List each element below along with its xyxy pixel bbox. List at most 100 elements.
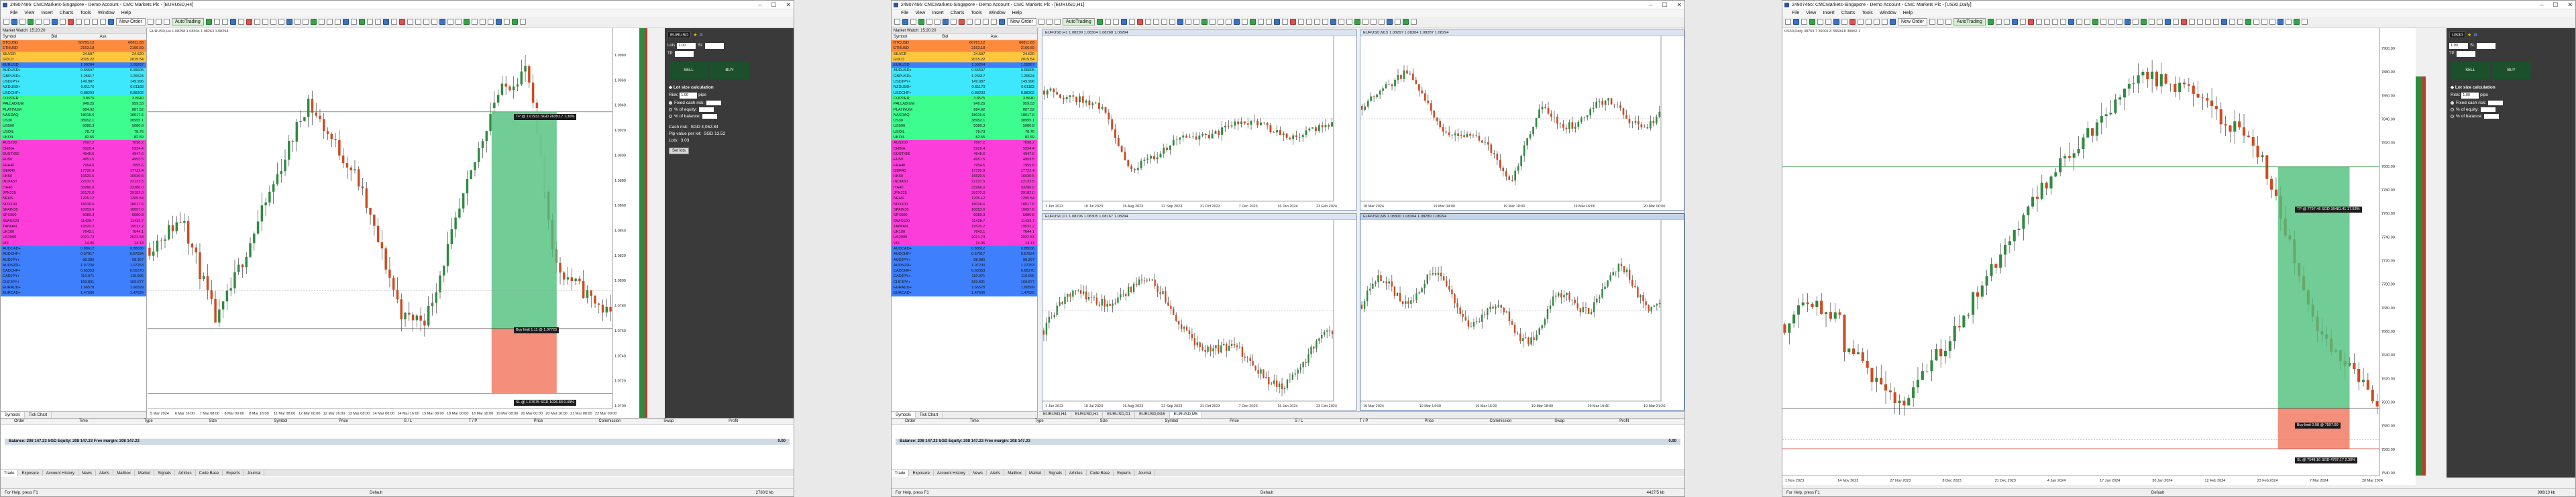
buy-button[interactable]: BUY [710, 62, 749, 79]
menu-view[interactable]: View [1806, 9, 1816, 17]
terminal-col[interactable]: Time [79, 419, 144, 424]
toolbar-tool-icon[interactable] [926, 19, 932, 25]
tp-input[interactable] [674, 50, 694, 57]
toolbar-tool-icon[interactable] [455, 19, 462, 25]
terminal-col[interactable]: S / L [404, 419, 469, 424]
toolbar-tool-icon[interactable] [423, 19, 429, 25]
col-ask[interactable]: Ask [98, 34, 146, 40]
panel-symbol[interactable]: EURUSD [667, 32, 692, 38]
toolbar-tool-icon[interactable] [310, 19, 317, 25]
toolbar-tool-icon[interactable] [1354, 19, 1360, 25]
market-watch-row[interactable]: ITA40 33266.0 33286.0 [892, 184, 1037, 191]
toolbar-tool-icon[interactable] [2164, 19, 2171, 25]
market-watch-row[interactable]: PALLADIUM 949.25 959.53 [892, 101, 1037, 107]
terminal-col[interactable]: Size [209, 419, 274, 424]
terminal-col[interactable]: Order [14, 419, 79, 424]
market-watch-row[interactable]: CADJPY+ 110.971 110.996 [1, 274, 146, 280]
market-watch-row[interactable]: EURCAD+ 1.47606 1.47629 [892, 290, 1037, 296]
terminal-tab[interactable]: Mailbox [1004, 470, 1026, 476]
toolbar-tool-icon[interactable] [2156, 19, 2163, 25]
toolbar-tool-icon[interactable] [155, 19, 162, 25]
terminal-tab[interactable]: Exposure [909, 470, 934, 476]
toolbar-tool-icon[interactable] [2237, 19, 2243, 25]
terminal-col[interactable]: Symbol [274, 419, 339, 424]
toolbar-tool-icon[interactable] [1785, 19, 1791, 25]
terminal-tab[interactable]: Journal [1135, 470, 1156, 476]
take-profit-label[interactable]: TP @ 1.07931 SGD 2639.17 1.30% [514, 114, 577, 120]
toolbar-tool-icon[interactable] [302, 19, 309, 25]
terminal-col[interactable]: Profit [729, 419, 794, 424]
toolbar-tool-icon[interactable] [1297, 19, 1304, 25]
toolbar-tool-icon[interactable] [1929, 19, 1935, 25]
toolbar-tool-icon[interactable] [1410, 19, 1417, 25]
market-watch-row[interactable]: PALLADIUM 949.25 959.53 [1, 101, 146, 107]
radio-icon[interactable] [669, 115, 672, 118]
balance-row[interactable]: Balance: 208 147.23 SGD Equity: 208 147.… [5, 439, 790, 445]
toolbar-tool-icon[interactable] [2068, 19, 2074, 25]
chart-tab[interactable]: EURUSD,D1 [1103, 412, 1136, 418]
terminal-col[interactable]: Commission [598, 419, 663, 424]
toolbar-tool-icon[interactable] [358, 19, 365, 25]
terminal-col[interactable]: Swap [663, 419, 729, 424]
toolbar-tool-icon[interactable] [1273, 19, 1280, 25]
toolbar-tool-icon[interactable] [84, 19, 90, 25]
entry-order-label[interactable]: Buy limit 1.11 @ 1.07725 [514, 327, 559, 333]
terminal-col[interactable]: S / L [1295, 419, 1360, 424]
market-watch-row[interactable]: GBPUSD+ 1.26617 1.26624 [892, 73, 1037, 80]
market-watch-row[interactable]: NASDAQ 18016.6 18017.6 [892, 112, 1037, 119]
toolbar-tool-icon[interactable] [76, 19, 82, 25]
market-watch-row[interactable]: CADJPY+ 110.971 110.996 [892, 274, 1037, 280]
menu-insert[interactable]: Insert [41, 9, 53, 17]
toolbar-tool-icon[interactable] [1394, 19, 1401, 25]
maximize-icon[interactable]: ☐ [2553, 1, 2558, 9]
autotrading-button[interactable]: AutoTrading [1953, 18, 1986, 25]
market-watch-row[interactable]: JPN225 39170.0 39182.0 [1, 190, 146, 197]
market-watch-row[interactable]: UKOIL 82.55 82.59 [1, 135, 146, 141]
settings-icon[interactable]: ⚙ [2473, 32, 2477, 38]
col-bid[interactable]: Bid [49, 34, 97, 40]
toolbar-tool-icon[interactable] [246, 19, 252, 25]
toolbar-tool-icon[interactable] [471, 19, 478, 25]
maximize-icon[interactable]: ☐ [1662, 1, 1667, 9]
toolbar-tool-icon[interactable] [100, 19, 106, 25]
toolbar-tool-icon[interactable] [398, 19, 405, 25]
sell-button[interactable]: SELL [669, 62, 708, 79]
market-watch-row[interactable]: USDCHF+ 0.88293 0.88302 [1, 90, 146, 96]
toolbar-tool-icon[interactable] [318, 19, 325, 25]
toolbar-tool-icon[interactable] [2084, 19, 2090, 25]
toolbar-tool-icon[interactable] [1257, 19, 1264, 25]
toolbar-tool-icon[interactable] [36, 19, 42, 25]
set-lots-button[interactable]: Set lots [669, 148, 690, 154]
toolbar-tool-icon[interactable] [19, 19, 25, 25]
menu-insert[interactable]: Insert [1823, 9, 1835, 17]
radio-icon[interactable] [669, 108, 672, 111]
market-watch-row[interactable]: PLATINUM 884.92 887.52 [892, 107, 1037, 113]
menu-file[interactable]: File [10, 9, 17, 17]
toolbar-tool-icon[interactable] [991, 19, 997, 25]
buy-button[interactable]: BUY [2491, 62, 2531, 79]
toolbar-tool-icon[interactable] [2116, 19, 2123, 25]
toolbar-tool-icon[interactable] [1217, 19, 1224, 25]
toolbar-tool-icon[interactable] [511, 19, 518, 25]
toolbar-tool-icon[interactable] [503, 19, 510, 25]
toolbar-tool-icon[interactable] [1225, 19, 1232, 25]
entry-order-label[interactable]: Buy limit 0.98 @ 7597.00 [2295, 423, 2341, 429]
toolbar-tool-icon[interactable] [390, 19, 397, 25]
market-watch-row[interactable]: AUDNZD+ 1.07230 1.07253 [892, 262, 1037, 269]
fixed-cash-option[interactable]: Fixed cash risk: [669, 101, 722, 105]
menu-charts[interactable]: Charts [1841, 9, 1856, 17]
terminal-tab[interactable]: Market [1026, 470, 1046, 476]
toolbar-tool-icon[interactable] [1169, 19, 1175, 25]
toolbar-tool-icon[interactable] [1346, 19, 1352, 25]
toolbar-tool-icon[interactable] [1370, 19, 1377, 25]
menu-file[interactable]: File [901, 9, 908, 17]
terminal-col[interactable]: Price [1230, 419, 1295, 424]
toolbar-tool-icon[interactable] [1120, 19, 1127, 25]
market-watch-row[interactable]: GER40 17720.9 17722.4 [1, 168, 146, 174]
tab-tick-chart[interactable]: Tick Chart [916, 412, 943, 418]
market-watch-row[interactable]: UK100 7643.1 7644.1 [892, 229, 1037, 235]
toolbar-tool-icon[interactable] [1817, 19, 1823, 25]
toolbar-tool-icon[interactable] [2212, 19, 2219, 25]
tab-symbols[interactable]: Symbols [1, 412, 25, 418]
market-watch-row[interactable]: AUDUSD+ 0.65597 0.65605 [1, 68, 146, 74]
